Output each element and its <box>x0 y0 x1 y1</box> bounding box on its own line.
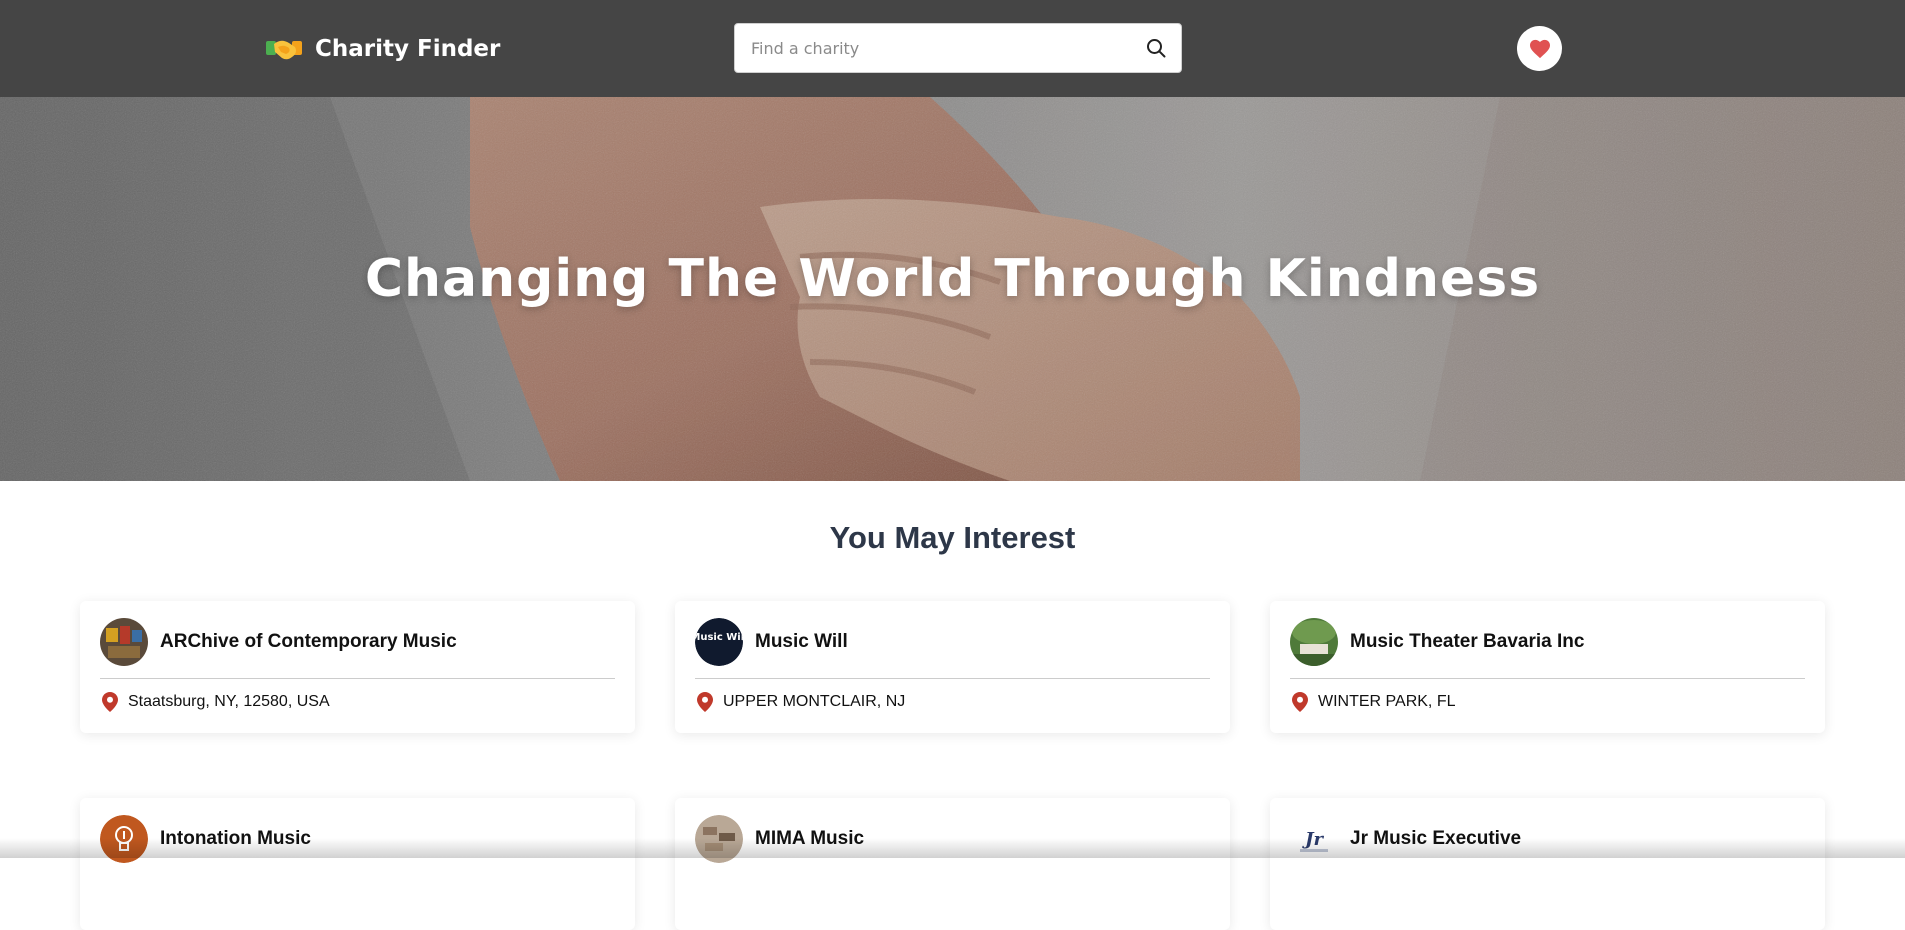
music-will-logo-text: Music Will <box>695 632 743 643</box>
charity-location: UPPER MONTCLAIR, NJ <box>723 693 906 710</box>
brand-name: Charity Finder <box>315 36 501 62</box>
charity-card[interactable]: ARChive of Contemporary Music Staatsburg… <box>80 601 635 733</box>
charity-logo-archive <box>100 618 148 666</box>
charity-location: WINTER PARK, FL <box>1318 693 1456 710</box>
card-divider <box>100 678 615 679</box>
charity-card[interactable]: MIMA Music <box>675 798 1230 930</box>
heart-icon <box>1529 39 1550 58</box>
bottom-edge-shadow <box>0 838 1905 858</box>
charity-name: Music Theater Bavaria Inc <box>1350 631 1585 652</box>
section-title: You May Interest <box>829 520 1076 555</box>
charity-location: Staatsburg, NY, 12580, USA <box>128 693 330 710</box>
favorites-button[interactable] <box>1517 26 1562 71</box>
search-button[interactable] <box>1131 24 1181 72</box>
hero-banner: Changing The World Through Kindness <box>0 97 1905 481</box>
charity-card[interactable]: Jr Jr Music Executive <box>1270 798 1825 930</box>
charity-card[interactable]: Music Will Music Will UPPER MONTCLAIR, N… <box>675 601 1230 733</box>
hero-title: Changing The World Through Kindness <box>364 249 1541 309</box>
pin-icon <box>102 692 118 712</box>
charity-name: ARChive of Contemporary Music <box>160 631 457 652</box>
charity-name: Music Will <box>755 631 848 652</box>
pin-icon <box>1292 692 1308 712</box>
card-divider <box>1290 678 1805 679</box>
charity-card[interactable]: Music Theater Bavaria Inc WINTER PARK, F… <box>1270 601 1825 733</box>
search-icon <box>1147 39 1166 58</box>
search-bar <box>734 23 1182 73</box>
search-input[interactable] <box>735 24 1131 72</box>
pin-icon <box>697 692 713 712</box>
charity-logo-music-will: Music Will <box>695 618 743 666</box>
charity-logo-music-theater-bavaria <box>1290 618 1338 666</box>
top-navbar: Charity Finder <box>0 0 1905 97</box>
brand[interactable]: Charity Finder <box>265 28 500 70</box>
card-divider <box>695 678 1210 679</box>
charity-card[interactable]: Intonation Music <box>80 798 635 930</box>
handshake-icon <box>266 40 302 60</box>
